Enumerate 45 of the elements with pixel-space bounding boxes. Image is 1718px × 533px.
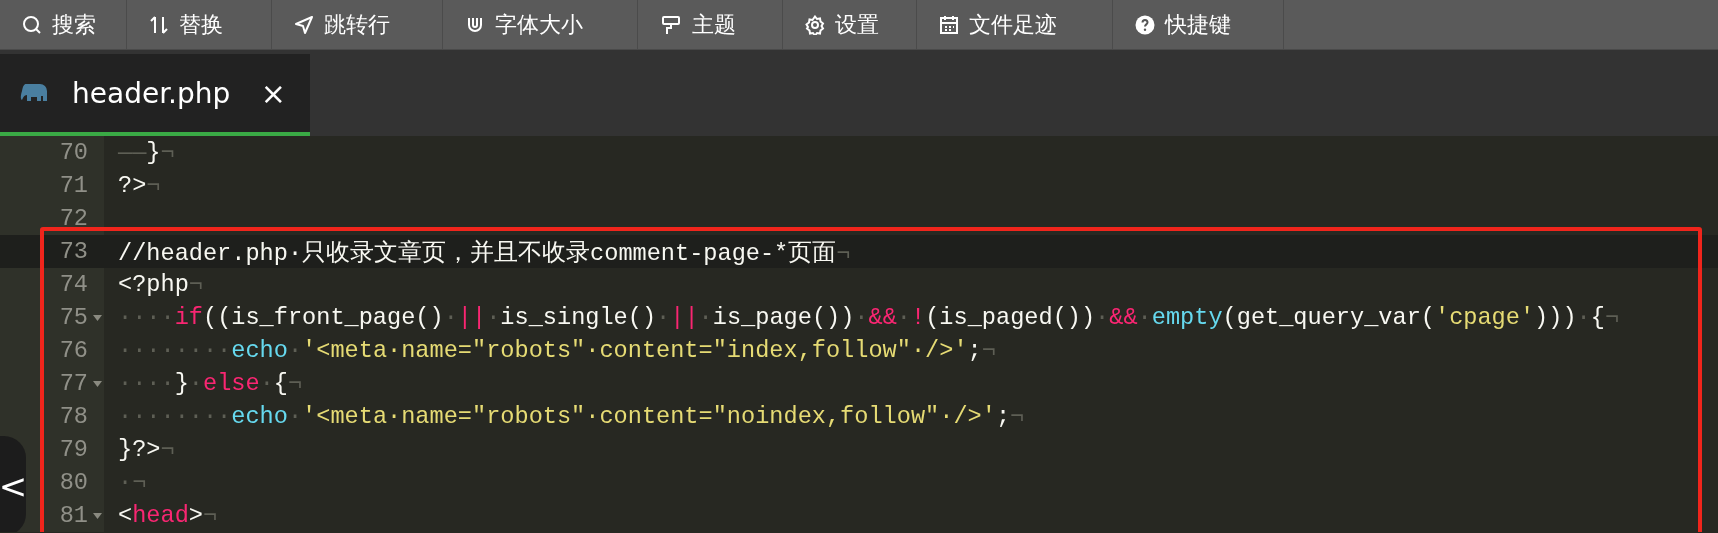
toolbar-button[interactable]: 搜索 — [0, 0, 127, 49]
line-number: 70 — [59, 139, 88, 166]
line-number: 78 — [59, 403, 88, 430]
code-line: ········echo·'<meta·name="robots"·content="noindex,follow"·/>';¬ — [117, 403, 1025, 430]
code-line: ····}·else·{¬ — [117, 370, 303, 397]
code-line: ·¬ — [117, 469, 147, 496]
line-number: 80 — [59, 469, 88, 496]
line-number: 81 — [59, 502, 88, 529]
calendar-icon — [939, 14, 959, 35]
code-line: ——}¬ — [117, 139, 175, 166]
toolbar-button[interactable]: 跳转行 — [272, 0, 443, 49]
line-number: 74 — [59, 271, 88, 298]
fold-arrow-icon[interactable] — [92, 512, 102, 519]
code-line: //header.php·只收录文章页，并且不收录comment-page-*页面¬ — [117, 238, 851, 268]
code-line: }?>¬ — [117, 436, 175, 463]
paint-roller-icon — [660, 14, 682, 35]
elephant-icon — [20, 82, 50, 104]
file-tab[interactable]: header.php × — [0, 54, 310, 136]
fold-arrow-icon[interactable] — [92, 314, 102, 321]
collapse-button[interactable]: < — [0, 436, 26, 532]
close-button[interactable]: × — [260, 75, 286, 111]
toolbar-button[interactable]: 文件足迹 — [917, 0, 1113, 49]
line-number: 76 — [59, 337, 88, 364]
code-line: ········echo·'<meta·name="robots"·content="index,follow"·/>';¬ — [117, 337, 996, 364]
toolbar-button[interactable]: 设置 — [783, 0, 917, 49]
code-line: <?php¬ — [117, 271, 203, 298]
search-icon — [22, 14, 42, 35]
toolbar-button[interactable]: 替换 — [127, 0, 272, 49]
line-number: 71 — [59, 172, 88, 199]
swap-arrows-icon — [149, 14, 169, 35]
line-number: 73 — [59, 238, 88, 265]
settings-icon — [805, 14, 825, 35]
line-number: 77 — [59, 370, 88, 397]
toolbar-button[interactable]: 快捷键 — [1113, 0, 1284, 49]
line-number: 79 — [59, 436, 88, 463]
code-line: <head>¬ — [117, 502, 218, 529]
code-line: ····if((is_front_page()·||·is_single()·||·is_page())·&&·!(is_paged())·&&·empty(get_query_var('cpage')))·{¬ — [117, 304, 1620, 331]
help-icon — [1135, 14, 1155, 35]
fold-arrow-icon[interactable] — [92, 380, 102, 387]
line-number: 72 — [59, 205, 88, 232]
toolbar-button[interactable]: 主题 — [638, 0, 783, 49]
code-line: ?>¬ — [117, 172, 161, 199]
navigation-arrow-icon — [294, 14, 314, 35]
line-number: 75 — [59, 304, 88, 331]
toolbar-button[interactable]: 字体大小 — [443, 0, 638, 49]
